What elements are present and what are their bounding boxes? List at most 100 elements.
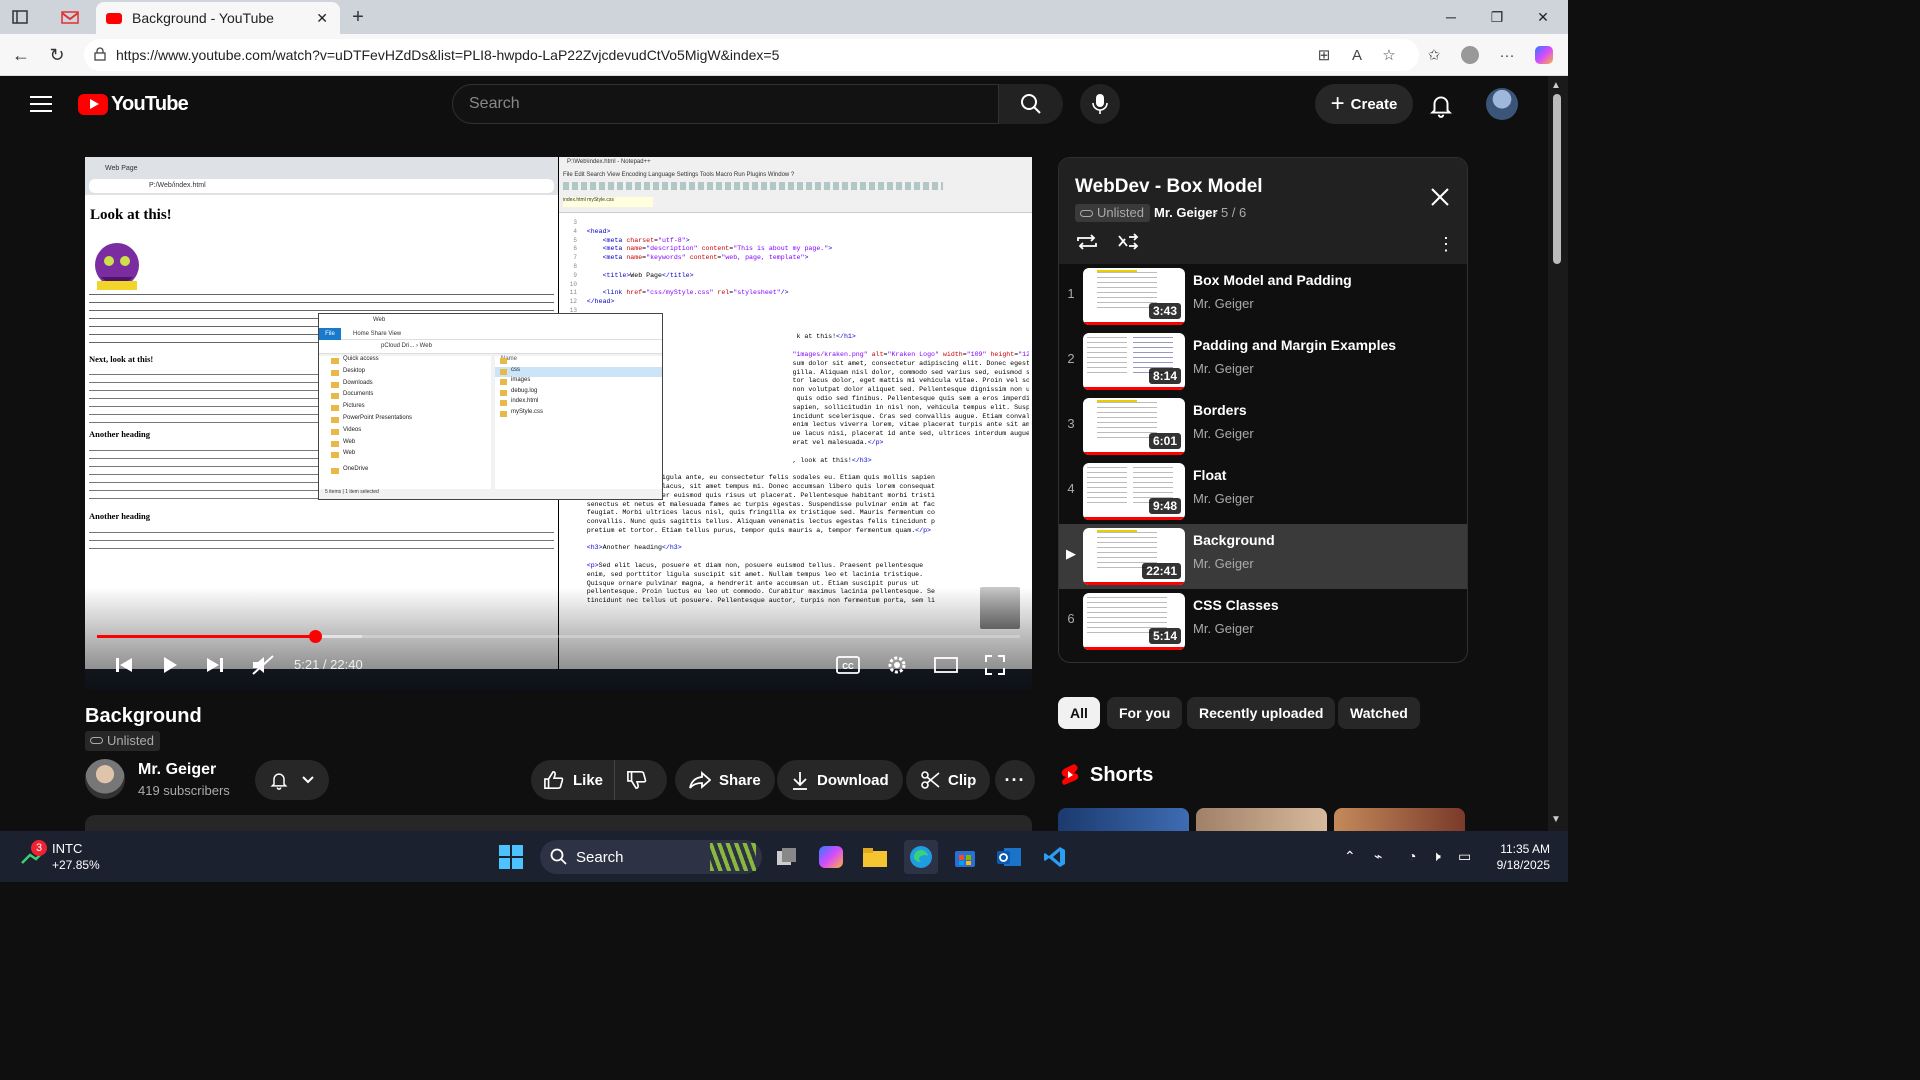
short-thumbnail[interactable]	[1334, 808, 1465, 831]
minimize-icon[interactable]: ─	[1428, 6, 1474, 28]
tab-youtube[interactable]: Background - YouTube ✕	[96, 2, 340, 34]
frame-page-heading: Look at this!	[90, 207, 172, 223]
show-hidden-icons-icon[interactable]: ⌃	[1344, 848, 1356, 865]
browser-tab-bar: Background - YouTube ✕ + ─ ❐ ✕	[0, 0, 1568, 34]
next-icon[interactable]	[201, 651, 229, 679]
scrubber-handle[interactable]	[308, 630, 322, 643]
video-thumbnail: 22:41	[1083, 528, 1185, 585]
previous-icon[interactable]	[110, 651, 138, 679]
stock-ticker[interactable]: INTC	[52, 841, 82, 856]
app-available-icon[interactable]: ⊞	[1312, 44, 1336, 66]
theater-mode-icon[interactable]	[932, 651, 960, 679]
file-explorer-icon[interactable]	[858, 840, 892, 874]
system-clock[interactable]: 11:35 AM 9/18/2025	[1488, 841, 1550, 873]
plus-icon: +	[1330, 90, 1345, 117]
scroll-down-icon[interactable]: ▼	[1551, 814, 1561, 825]
chevron-down-icon	[302, 776, 314, 784]
share-icon	[689, 771, 711, 789]
search-button[interactable]	[999, 84, 1063, 124]
shuffle-icon[interactable]	[1117, 232, 1141, 252]
favorite-star-icon[interactable]: ☆	[1377, 44, 1401, 66]
menu-icon[interactable]	[30, 96, 52, 112]
copilot-taskbar-icon[interactable]	[814, 840, 848, 874]
create-button[interactable]: + Create	[1315, 84, 1413, 124]
loop-icon[interactable]	[1075, 232, 1099, 252]
play-icon[interactable]	[156, 651, 184, 679]
chip-watched[interactable]: Watched	[1338, 697, 1420, 729]
search-input[interactable]: Search	[452, 84, 999, 124]
copilot-icon[interactable]	[1532, 44, 1556, 66]
playlist-item-current[interactable]: ▶ 22:41 Background Mr. Geiger	[1059, 524, 1467, 589]
profile-icon[interactable]	[1458, 44, 1482, 66]
page-scrollbar[interactable]: ▲ ▼	[1548, 76, 1568, 831]
network-icon[interactable]: ⌁	[1374, 848, 1382, 865]
refresh-icon[interactable]: ↻	[44, 43, 70, 67]
task-view-icon[interactable]	[770, 840, 804, 874]
share-button[interactable]: Share	[675, 760, 775, 800]
chip-all[interactable]: All	[1058, 697, 1100, 729]
shorts-heading: Shorts	[1060, 763, 1153, 787]
dislike-button[interactable]	[615, 770, 667, 790]
taskbar-search[interactable]: Search	[540, 840, 762, 874]
playlist-item[interactable]: 3 6:01 Borders Mr. Geiger	[1059, 394, 1467, 459]
restore-icon[interactable]: ❐	[1474, 6, 1520, 28]
short-thumbnail[interactable]	[1058, 808, 1189, 831]
more-actions-icon[interactable]: ···	[995, 760, 1035, 800]
outlook-icon[interactable]	[992, 840, 1026, 874]
browser-menu-icon[interactable]: ···	[1495, 44, 1519, 66]
playlist-owner[interactable]: Mr. Geiger	[1154, 205, 1218, 220]
new-tab-icon[interactable]: +	[344, 5, 372, 29]
scroll-up-icon[interactable]: ▲	[1551, 80, 1561, 91]
volume-muted-icon[interactable]: 🕨	[1432, 848, 1441, 865]
player-controls: 5:21 / 22:40 CC	[85, 647, 1032, 683]
account-avatar[interactable]	[1486, 88, 1518, 120]
channel-name[interactable]: Mr. Geiger	[138, 761, 216, 779]
captions-icon[interactable]: CC	[834, 651, 862, 679]
url-field[interactable]: https://www.youtube.com/watch?v=uDTFevHZ…	[84, 39, 1419, 71]
playlist-item[interactable]: 6 5:14 CSS Classes Mr. Geiger	[1059, 589, 1467, 654]
gmail-tab-icon[interactable]	[56, 5, 84, 29]
scissors-icon	[921, 771, 940, 789]
wifi-icon[interactable]: ◔	[1408, 848, 1416, 864]
description-box[interactable]	[85, 815, 1032, 831]
like-button[interactable]: Like	[531, 760, 615, 800]
subscription-notifications-button[interactable]	[255, 760, 329, 800]
playlist-item[interactable]: 4 9:48 Float Mr. Geiger	[1059, 459, 1467, 524]
close-tab-icon[interactable]: ✕	[316, 10, 328, 27]
youtube-play-logo-icon	[78, 94, 108, 115]
microsoft-store-icon[interactable]	[948, 840, 982, 874]
playlist-item[interactable]: 1 3:43 Box Model and Padding Mr. Geiger	[1059, 264, 1467, 329]
chip-recently-uploaded[interactable]: Recently uploaded	[1187, 697, 1336, 729]
notifications-bell-icon[interactable]	[1428, 92, 1454, 118]
playlist-more-icon[interactable]: ⋮	[1437, 234, 1455, 255]
close-playlist-icon[interactable]	[1429, 186, 1451, 208]
channel-avatar[interactable]	[85, 759, 125, 799]
scrollbar-thumb[interactable]	[1553, 94, 1561, 264]
youtube-logo[interactable]: YouTube	[78, 93, 189, 116]
playlist-title[interactable]: WebDev - Box Model	[1075, 176, 1263, 198]
progress-bar[interactable]	[97, 630, 1020, 643]
playlist-item[interactable]: 2 8:14 Padding and Margin Examples Mr. G…	[1059, 329, 1467, 394]
time-display: 5:21 / 22:40	[294, 657, 363, 672]
edge-browser-icon[interactable]	[904, 840, 938, 874]
download-button[interactable]: Download	[777, 760, 903, 800]
fullscreen-icon[interactable]	[981, 651, 1009, 679]
battery-icon[interactable]: ▭	[1458, 848, 1471, 865]
muted-volume-icon[interactable]	[249, 651, 277, 679]
video-player[interactable]: Web Page P:/Web/index.html Look at this!…	[85, 157, 1032, 690]
favorites-icon[interactable]: ✩	[1422, 44, 1446, 66]
clip-button[interactable]: Clip	[906, 760, 991, 800]
back-icon[interactable]: ←	[8, 43, 34, 67]
url-text: https://www.youtube.com/watch?v=uDTFevHZ…	[116, 47, 780, 63]
tab-actions-icon[interactable]	[6, 5, 34, 29]
frame-heading-another: Another heading	[89, 429, 151, 439]
short-thumbnail[interactable]	[1196, 808, 1327, 831]
stock-change: +27.85%	[52, 858, 100, 872]
settings-gear-icon[interactable]	[883, 651, 911, 679]
close-window-icon[interactable]: ✕	[1520, 6, 1566, 28]
chip-for-you[interactable]: For you	[1107, 697, 1183, 729]
read-aloud-icon[interactable]: A	[1345, 44, 1369, 66]
voice-search-button[interactable]	[1080, 84, 1120, 124]
vscode-icon[interactable]	[1038, 840, 1072, 874]
windows-start-icon[interactable]	[494, 840, 528, 874]
